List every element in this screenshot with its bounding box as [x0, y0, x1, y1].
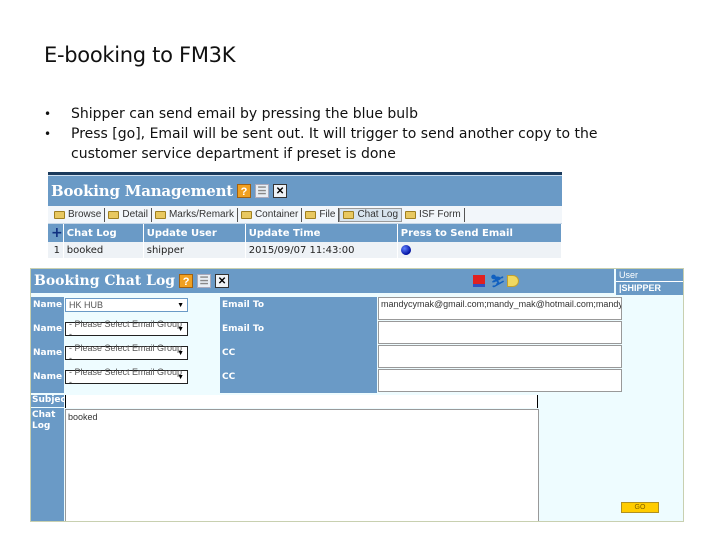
email-group-select[interactable]: - Please Select Email Group - ▼: [65, 367, 188, 387]
close-icon[interactable]: ✕: [215, 274, 230, 288]
select-value: - Please Select Email Group -: [69, 343, 183, 363]
chat-log-textarea[interactable]: booked: [65, 409, 539, 521]
folder-open-icon: [343, 210, 355, 219]
email-group-select[interactable]: - Please Select Email Group - ▼: [65, 319, 188, 339]
add-row-button[interactable]: +: [48, 224, 64, 242]
email-group-select[interactable]: HK HUB ▼: [65, 298, 188, 312]
user-value: |SHIPPER: [616, 282, 683, 295]
bullet-item: • Press [go], Email will be sent out. It…: [44, 124, 664, 164]
name-label: Name: [31, 321, 64, 345]
bullet-dot: •: [44, 107, 52, 121]
tab-container[interactable]: Container: [238, 207, 303, 222]
cell-update-time: 2015/09/07 11:43:00: [245, 242, 398, 258]
help-icon[interactable]: ?: [179, 274, 194, 288]
column-header[interactable]: Press to Send Email: [397, 224, 562, 242]
bullet-dot: •: [44, 127, 52, 141]
chevron-down-icon: ▼: [177, 373, 184, 381]
booking-management-title: Booking Management: [51, 182, 234, 200]
row-number: 1: [48, 242, 64, 258]
cc-field[interactable]: [378, 369, 622, 392]
user-label: User: [616, 269, 683, 282]
column-header[interactable]: Update Time: [245, 224, 398, 242]
flag-icon[interactable]: [473, 275, 485, 287]
folder-icon: [405, 210, 417, 219]
cc-label: CC: [220, 369, 377, 393]
cc-field[interactable]: [378, 345, 622, 368]
chat-log-form: Booking Chat Log ? ☰ ✕ ⛷ Name HK HUB ▼ Em…: [31, 269, 622, 521]
help-icon[interactable]: ?: [237, 184, 252, 198]
chat-log-grid: + Chat Log Update User Update Time Press…: [48, 224, 562, 258]
chevron-down-icon: ▼: [177, 349, 184, 357]
email-to-label: Email To: [220, 321, 377, 345]
column-header[interactable]: Chat Log: [63, 224, 144, 242]
tab-detail[interactable]: Detail: [105, 207, 152, 222]
column-header[interactable]: Update User: [143, 224, 246, 242]
name-label: Name: [31, 297, 64, 321]
bullet-item: • Shipper can send email by pressing the…: [44, 104, 664, 124]
folder-icon: [108, 210, 120, 219]
chevron-down-icon: ▼: [177, 301, 184, 309]
runner-icon[interactable]: ⛷: [490, 275, 505, 287]
bullet-text: Shipper can send email by pressing the b…: [71, 106, 418, 122]
list-icon[interactable]: ☰: [197, 274, 212, 288]
name-label: Name: [31, 345, 64, 369]
user-box: User |SHIPPER: [616, 269, 683, 295]
folder-icon: [240, 210, 252, 219]
name-label: Name: [31, 369, 64, 393]
subject-label: Subject: [31, 395, 71, 407]
email-to-field[interactable]: [378, 321, 622, 344]
cell-chat-log: booked: [63, 242, 144, 258]
tab-marks-remark[interactable]: Marks/Remark: [152, 207, 238, 222]
folder-icon: [305, 210, 317, 219]
email-to-field[interactable]: mandycymak@gmail.com;mandy_mak@hotmail.c…: [378, 297, 622, 320]
grid-header-row: + Chat Log Update User Update Time Press…: [48, 224, 562, 242]
tab-label: Marks/Remark: [168, 209, 234, 220]
tab-label: Chat Log: [357, 209, 399, 220]
subject-input[interactable]: [65, 395, 538, 408]
tab-isf-form[interactable]: ISF Form: [402, 207, 465, 222]
tab-label: File: [319, 209, 336, 220]
folder-icon: [154, 210, 166, 219]
email-to-label: Email To: [220, 297, 377, 321]
slide-title: E-booking to FM3K: [44, 43, 236, 67]
bullet-list: • Shipper can send email by pressing the…: [44, 104, 664, 164]
tab-label: Container: [254, 209, 299, 220]
booking-management-header: Booking Management ? ☰ ✕: [48, 176, 562, 206]
list-icon[interactable]: ☰: [255, 184, 270, 198]
cc-label: CC: [220, 345, 377, 369]
cell-send-email: [397, 242, 562, 258]
tab-bar: Browse Detail Marks/Remark Container Fil…: [48, 206, 562, 224]
toolbar: ⛷: [473, 275, 519, 287]
go-button[interactable]: GO: [621, 502, 659, 513]
plus-icon: +: [51, 225, 63, 241]
close-icon[interactable]: ✕: [273, 184, 288, 198]
bullet-text: Press [go], Email will be sent out. It w…: [71, 126, 598, 162]
select-value: - Please Select Email Group -: [69, 319, 183, 339]
tab-chat-log[interactable]: Chat Log: [339, 207, 403, 222]
email-group-select[interactable]: - Please Select Email Group - ▼: [65, 343, 188, 363]
booking-chat-log-header: Booking Chat Log ? ☰ ✕ ⛷: [31, 269, 614, 295]
tab-label: Detail: [122, 209, 148, 220]
chat-log-label: Chat Log: [31, 408, 64, 521]
booking-chat-log-panel: Booking Chat Log ? ☰ ✕ ⛷ Name HK HUB ▼ Em…: [30, 268, 684, 522]
tab-file[interactable]: File: [302, 207, 340, 222]
text-cursor: [537, 395, 538, 408]
booking-chat-log-title: Booking Chat Log: [34, 273, 176, 289]
blue-bulb-icon[interactable]: [400, 244, 411, 255]
select-value: - Please Select Email Group -: [69, 367, 183, 387]
select-value: HK HUB: [69, 300, 104, 310]
booking-management-panel: Booking Management ? ☰ ✕ Browse Detail M…: [48, 172, 562, 262]
tab-label: Browse: [68, 209, 102, 220]
folder-icon: [54, 210, 65, 219]
cell-update-user: shipper: [143, 242, 246, 258]
tab-browse[interactable]: Browse: [51, 207, 106, 222]
table-row[interactable]: 1 booked shipper 2015/09/07 11:43:00: [48, 242, 562, 258]
tag-icon[interactable]: [507, 275, 519, 287]
chevron-down-icon: ▼: [177, 325, 184, 333]
tab-label: ISF Form: [419, 209, 461, 220]
